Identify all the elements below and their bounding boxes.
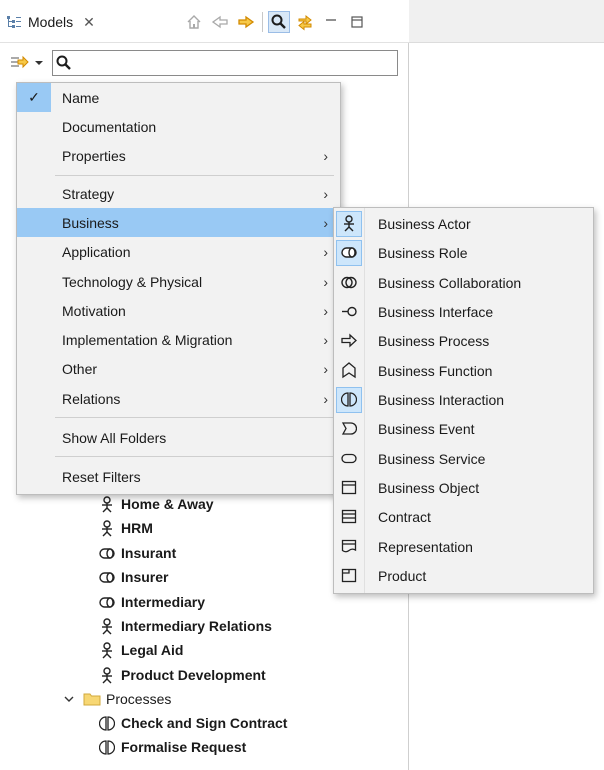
menu-item-other[interactable]: Other › [17, 354, 340, 383]
menu-item-business-role[interactable]: Business Role [334, 238, 593, 267]
tab-label: Models [28, 14, 74, 30]
chevron-right-icon: › [323, 273, 328, 290]
view-toolbar [183, 10, 368, 34]
interaction-icon [98, 738, 116, 756]
tree-item[interactable]: HRM [98, 516, 153, 540]
menu-item-strategy[interactable]: Strategy › [17, 179, 340, 208]
chevron-right-icon: › [323, 390, 328, 407]
menu-item-documentation[interactable]: Documentation [17, 112, 340, 141]
chevron-right-icon: › [323, 331, 328, 348]
back-icon[interactable] [209, 11, 231, 33]
menu-item-business-function[interactable]: Business Function [334, 356, 593, 385]
minimize-icon[interactable] [320, 11, 342, 33]
tree-item[interactable]: Intermediary [98, 590, 205, 614]
menu-item-name[interactable]: ✓ Name [17, 83, 340, 112]
filter-icon [10, 54, 30, 73]
tree-item[interactable]: Legal Aid [98, 638, 184, 662]
view-tab-bar: Models ✕ [0, 0, 409, 43]
service-icon [336, 446, 362, 472]
menu-item-business-process[interactable]: Business Process [334, 326, 593, 355]
menu-item-properties[interactable]: Properties › [17, 141, 340, 170]
tab-models[interactable]: Models ✕ [6, 10, 95, 34]
contract-icon [336, 504, 362, 530]
menu-item-motivation[interactable]: Motivation › [17, 296, 340, 325]
chevron-right-icon: › [323, 214, 328, 231]
chevron-right-icon: › [323, 360, 328, 377]
role-icon [98, 593, 116, 611]
function-icon [336, 358, 362, 384]
menu-separator [55, 175, 334, 176]
link-icon[interactable] [294, 11, 316, 33]
filter-dropdown-button[interactable] [10, 53, 50, 73]
actor-icon [98, 641, 116, 659]
tree-item[interactable]: Home & Away [98, 492, 214, 516]
tree-item[interactable]: Insurant [98, 541, 176, 565]
editor-tab-strip [409, 0, 604, 43]
role-icon [336, 239, 362, 266]
menu-item-relations[interactable]: Relations › [17, 384, 340, 413]
menu-item-business-event[interactable]: Business Event [334, 414, 593, 443]
interaction-icon [336, 386, 362, 413]
business-submenu: Business Actor Business Role Business Co… [333, 207, 594, 594]
check-icon: ✓ [17, 83, 51, 112]
menu-item-reset-filters[interactable]: Reset Filters [17, 462, 340, 491]
forward-icon[interactable] [235, 11, 257, 33]
tree-item[interactable]: Intermediary Relations [98, 614, 272, 638]
collaboration-icon [336, 270, 362, 296]
chevron-down-icon[interactable] [60, 690, 78, 708]
menu-item-application[interactable]: Application › [17, 237, 340, 266]
home-icon[interactable] [183, 11, 205, 33]
folder-icon [83, 690, 101, 708]
menu-item-business-interaction[interactable]: Business Interaction [334, 385, 593, 414]
chevron-right-icon: › [323, 147, 328, 164]
tree-item[interactable]: Insurer [98, 565, 168, 589]
tree-item[interactable]: Check and Sign Contract [98, 711, 287, 735]
actor-icon [98, 666, 116, 684]
menu-item-implementation[interactable]: Implementation & Migration › [17, 325, 340, 354]
menu-item-technology[interactable]: Technology & Physical › [17, 267, 340, 296]
process-icon [336, 328, 362, 354]
representation-icon [336, 534, 362, 560]
menu-item-representation[interactable]: Representation [334, 532, 593, 561]
menu-item-business-object[interactable]: Business Object [334, 473, 593, 502]
menu-item-business-collaboration[interactable]: Business Collaboration [334, 268, 593, 297]
tree-item[interactable]: Formalise Request [98, 735, 246, 759]
role-icon [98, 568, 116, 586]
chevron-down-icon [34, 55, 44, 71]
chevron-right-icon: › [323, 243, 328, 260]
toolbar-separator [262, 12, 263, 32]
actor-icon [336, 210, 362, 237]
search-input[interactable] [75, 52, 397, 74]
menu-item-contract[interactable]: Contract [334, 502, 593, 531]
interface-icon [336, 299, 362, 325]
search-icon[interactable] [268, 11, 290, 33]
actor-icon [98, 495, 116, 513]
maximize-icon[interactable] [346, 11, 368, 33]
interaction-icon [98, 714, 116, 732]
menu-item-business-actor[interactable]: Business Actor [334, 209, 593, 238]
role-icon [98, 544, 116, 562]
chevron-right-icon: › [323, 302, 328, 319]
filter-row [0, 45, 409, 81]
menu-item-business-interface[interactable]: Business Interface [334, 297, 593, 326]
search-icon [53, 52, 75, 74]
close-icon[interactable]: ✕ [83, 14, 95, 31]
model-tree-icon [6, 14, 22, 30]
actor-icon [98, 519, 116, 537]
menu-item-business[interactable]: Business › [17, 208, 340, 237]
search-field[interactable] [52, 50, 398, 76]
object-icon [336, 475, 362, 501]
menu-item-product[interactable]: Product [334, 561, 593, 590]
product-icon [336, 563, 362, 589]
event-icon [336, 416, 362, 442]
menu-item-business-service[interactable]: Business Service [334, 444, 593, 473]
actor-icon [98, 617, 116, 635]
menu-separator [55, 417, 334, 418]
chevron-right-icon: › [323, 185, 328, 202]
menu-separator [55, 456, 334, 457]
filter-menu: ✓ Name Documentation Properties › Strate… [16, 82, 341, 495]
tree-folder-processes[interactable]: Processes [60, 687, 171, 711]
tree-item[interactable]: Product Development [98, 663, 266, 687]
menu-item-show-all-folders[interactable]: Show All Folders [17, 423, 340, 452]
